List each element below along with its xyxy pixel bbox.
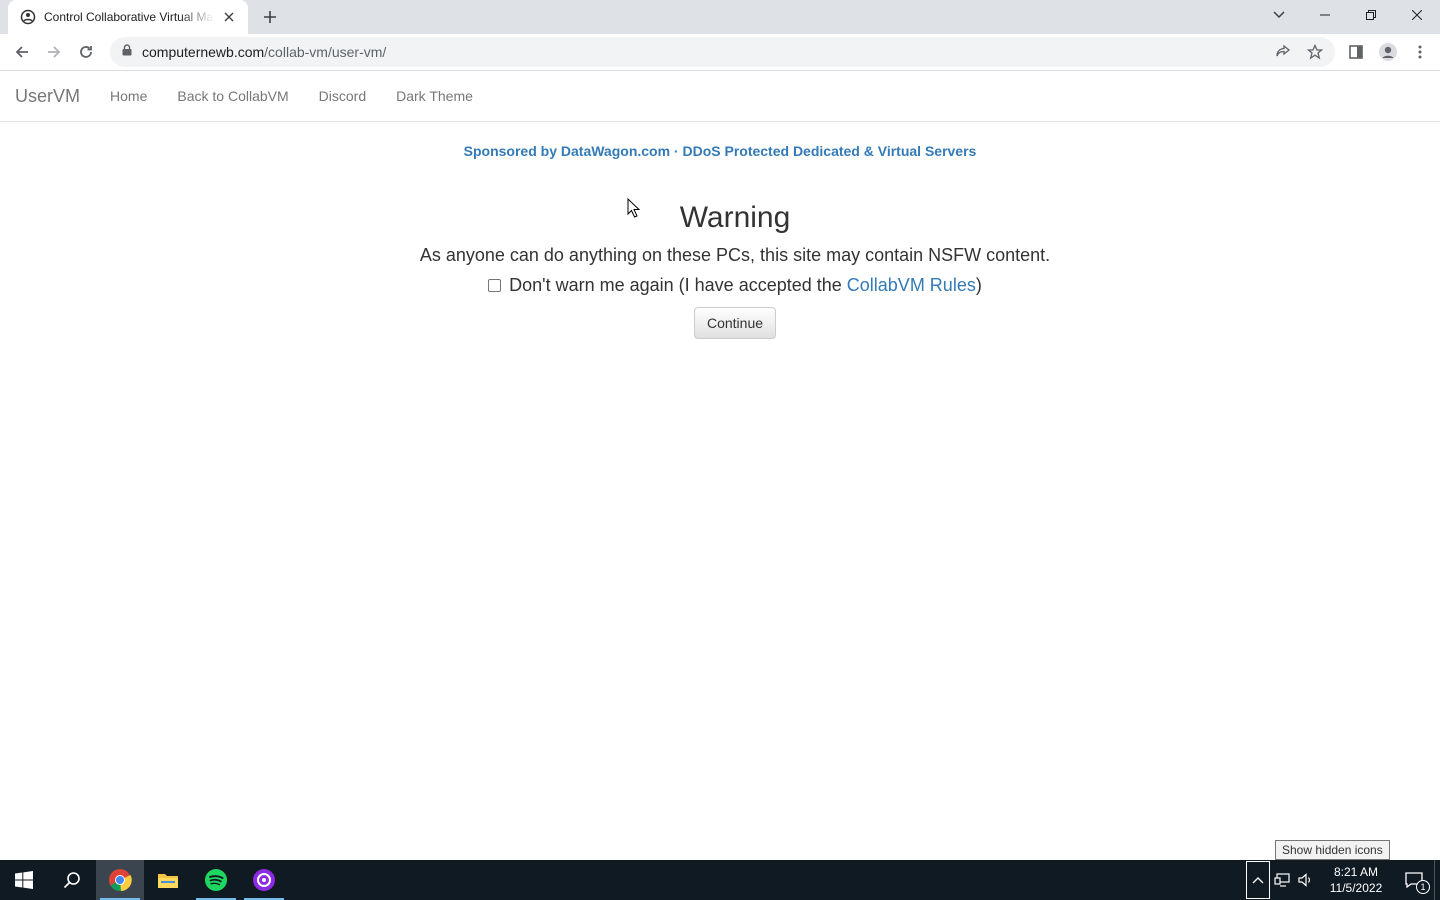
chrome-icon[interactable] <box>96 860 144 900</box>
network-icon[interactable] <box>1270 860 1294 900</box>
sponsor-link[interactable]: Sponsored by DataWagon.com · DDoS Protec… <box>0 143 1440 159</box>
warning-text: As anyone can do anything on these PCs, … <box>419 245 1051 265</box>
tab-search-icon[interactable] <box>1266 4 1292 26</box>
continue-button[interactable]: Continue <box>693 307 777 339</box>
url-text: computernewb.com/collab-vm/user-vm/ <box>142 44 386 60</box>
warning-title: Warning <box>679 201 791 234</box>
tab-title: Control Collaborative Virtual Machines <box>44 10 214 24</box>
file-explorer-icon[interactable] <box>144 860 192 900</box>
search-icon[interactable] <box>48 860 96 900</box>
reload-icon[interactable] <box>71 37 101 67</box>
lock-icon[interactable] <box>122 43 132 61</box>
notification-count-badge: 1 <box>1416 880 1430 894</box>
side-panel-icon[interactable] <box>1342 37 1370 67</box>
kebab-menu-icon[interactable] <box>1406 37 1434 67</box>
accept-rules-suffix: ) <box>975 275 982 295</box>
minimize-icon[interactable] <box>1302 0 1348 30</box>
clock-time: 8:21 AM <box>1333 865 1379 879</box>
collabvm-rules-link[interactable]: CollabVM Rules <box>847 272 976 298</box>
accept-rules-row: Don't warn me again (I have accepted the… <box>30 272 1440 298</box>
accept-rules-prefix: Don't warn me again (I have accepted the <box>509 275 847 295</box>
collabvm-favicon-icon <box>20 9 36 25</box>
start-icon[interactable] <box>0 860 48 900</box>
nav-link-discord[interactable]: Discord <box>304 88 381 104</box>
spotify-icon[interactable] <box>192 860 240 900</box>
nav-link-home[interactable]: Home <box>95 88 162 104</box>
show-desktop-button[interactable] <box>1434 860 1440 900</box>
address-bar[interactable]: computernewb.com/collab-vm/user-vm/ <box>110 37 1335 67</box>
clock[interactable]: 8:21 AM 11/5/2022 <box>1318 860 1394 900</box>
restore-icon[interactable] <box>1348 0 1394 30</box>
browser-tab[interactable]: Control Collaborative Virtual Machines <box>8 0 248 34</box>
clock-date: 11/5/2022 <box>1329 881 1383 895</box>
bookmark-star-icon[interactable] <box>1303 41 1327 63</box>
warning-panel: Warning As anyone can do anything on the… <box>0 198 1440 339</box>
volume-icon[interactable] <box>1294 860 1318 900</box>
profile-avatar-icon[interactable] <box>1374 37 1402 67</box>
site-navbar: UserVM Home Back to CollabVM Discord Dar… <box>0 71 1440 122</box>
dont-warn-checkbox[interactable] <box>488 278 502 292</box>
close-window-icon[interactable] <box>1394 0 1440 30</box>
brand-link[interactable]: UserVM <box>15 86 80 107</box>
show-hidden-icons-chevron-icon[interactable] <box>1246 861 1270 899</box>
share-icon[interactable] <box>1271 41 1295 63</box>
podcast-app-icon[interactable] <box>240 860 288 900</box>
back-arrow-icon[interactable] <box>7 37 37 67</box>
url-path: /collab-vm/user-vm/ <box>264 44 387 60</box>
new-tab-icon[interactable] <box>258 5 282 29</box>
forward-arrow-icon[interactable] <box>39 37 69 67</box>
nav-link-back-to-collabvm[interactable]: Back to CollabVM <box>162 88 303 104</box>
browser-toolbar: computernewb.com/collab-vm/user-vm/ <box>0 34 1440 70</box>
windows-taskbar: 8:21 AM 11/5/2022 1 <box>0 860 1440 900</box>
notification-center-icon[interactable]: 1 <box>1394 860 1434 900</box>
system-tray: 8:21 AM 11/5/2022 1 <box>1246 860 1440 900</box>
tab-strip: Control Collaborative Virtual Machines <box>0 0 1440 34</box>
mouse-cursor-icon <box>627 197 641 223</box>
url-host: computernewb.com <box>142 44 265 60</box>
nav-link-dark-theme[interactable]: Dark Theme <box>381 88 488 104</box>
tab-close-icon[interactable] <box>220 8 238 26</box>
show-hidden-icons-tooltip: Show hidden icons <box>1275 840 1390 860</box>
